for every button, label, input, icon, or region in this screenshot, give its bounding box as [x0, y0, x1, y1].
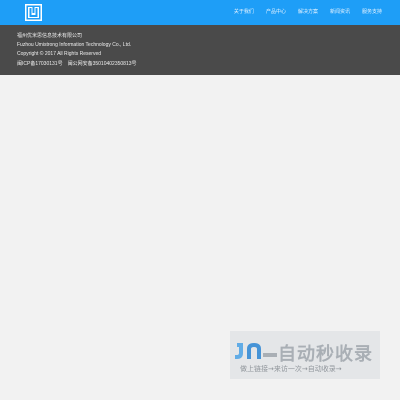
company-logo-icon[interactable] — [25, 4, 42, 21]
company-name-en: Fuzhou Umistrong Information Technology … — [17, 42, 132, 49]
watermark-subtitle: 做上链接→来访一次→自动收录→ — [240, 365, 342, 373]
watermark-title: 自动秒收录 — [278, 344, 373, 365]
nav-support[interactable]: 服务支持 — [356, 0, 388, 25]
watermark-logo-icon — [235, 343, 277, 359]
copyright-text: Copyright © 2017 All Rights Reserved — [17, 51, 102, 58]
main-nav: 关于我们 产品中心 解决方案 新闻资讯 服务支持 — [228, 0, 388, 25]
footer: 福州优米思信息技术有限公司 Fuzhou Umistrong Informati… — [0, 25, 400, 75]
nav-solutions[interactable]: 解决方案 — [292, 0, 324, 25]
nav-about[interactable]: 关于我们 — [228, 0, 260, 25]
watermark-banner[interactable]: 自动秒收录 做上链接→来访一次→自动收录→ — [230, 331, 380, 379]
company-name-cn: 福州优米思信息技术有限公司 — [17, 33, 83, 39]
nav-products[interactable]: 产品中心 — [260, 0, 292, 25]
nav-news[interactable]: 新闻资讯 — [324, 0, 356, 25]
footer-info: 福州优米思信息技术有限公司 Fuzhou Umistrong Informati… — [17, 32, 137, 69]
icp-license[interactable]: 闽ICP备17030131号 闽公网安备35010402350813号 — [17, 60, 137, 69]
top-header: 关于我们 产品中心 解决方案 新闻资讯 服务支持 — [0, 0, 400, 25]
